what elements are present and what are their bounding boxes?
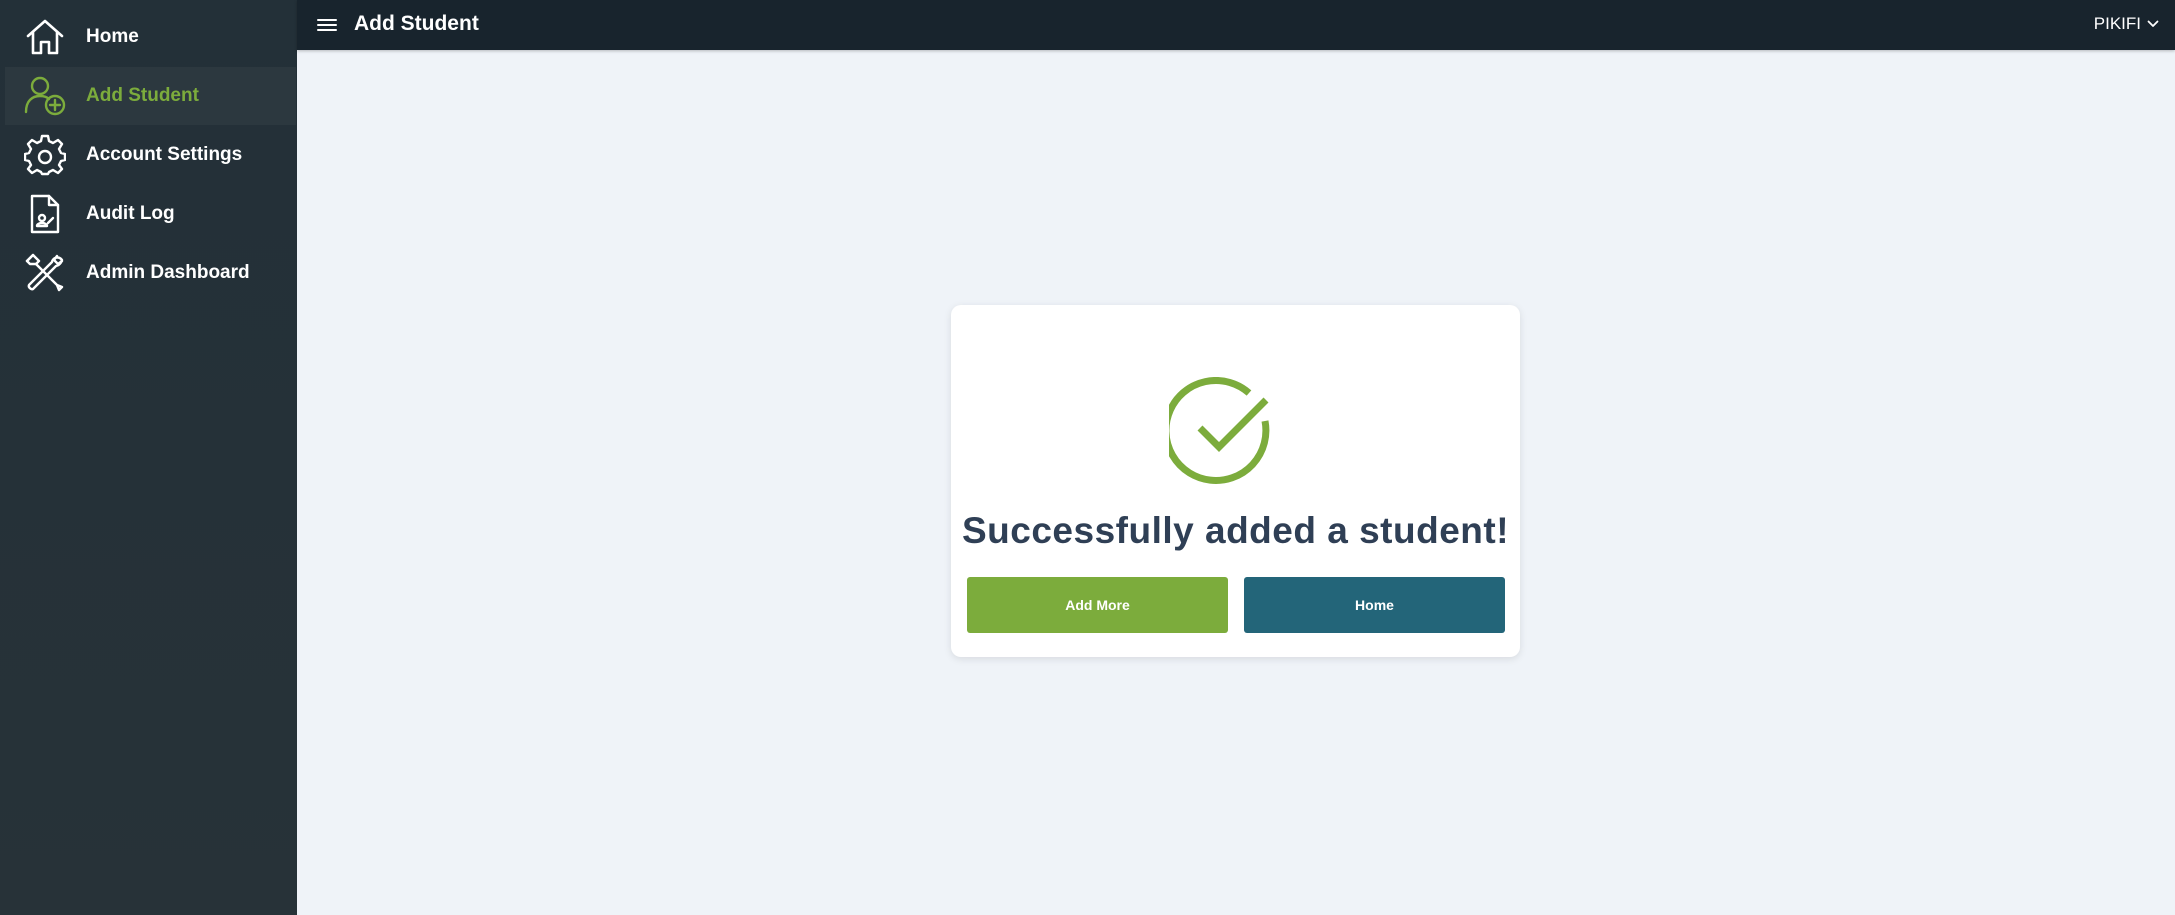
sidebar-item-label: Account Settings — [86, 144, 243, 165]
user-name: PIKIFI — [2093, 14, 2141, 33]
success-message: Successfully added a student! — [961, 510, 1510, 551]
tools-icon — [23, 251, 67, 295]
sidebar: Home Add Student Account Settings Audit … — [0, 0, 297, 915]
topbar: Add Student PIKIFI — [297, 0, 2175, 50]
sidebar-item-home[interactable]: Home — [5, 8, 296, 66]
home-icon — [23, 15, 67, 59]
add-user-icon — [23, 74, 67, 118]
sidebar-item-admin-dashboard[interactable]: Admin Dashboard — [5, 244, 296, 302]
sidebar-item-label: Add Student — [86, 85, 199, 106]
sidebar-item-label: Home — [86, 26, 139, 47]
document-icon — [23, 192, 67, 236]
home-button[interactable]: Home — [1244, 577, 1505, 633]
sidebar-item-label: Audit Log — [86, 203, 175, 224]
hamburger-icon[interactable] — [317, 16, 337, 34]
sidebar-item-audit-log[interactable]: Audit Log — [5, 185, 296, 243]
success-card: Successfully added a student! Add More H… — [951, 305, 1520, 657]
sidebar-item-label: Admin Dashboard — [86, 262, 250, 283]
user-menu[interactable]: PIKIFI — [2094, 14, 2159, 34]
add-more-button[interactable]: Add More — [967, 577, 1228, 633]
check-circle-icon — [1169, 377, 1270, 484]
gear-icon — [23, 133, 67, 177]
sidebar-item-add-student[interactable]: Add Student — [5, 67, 296, 125]
sidebar-item-account-settings[interactable]: Account Settings — [5, 126, 296, 184]
chevron-down-icon — [2147, 20, 2159, 27]
page-title: Add Student — [354, 12, 479, 35]
